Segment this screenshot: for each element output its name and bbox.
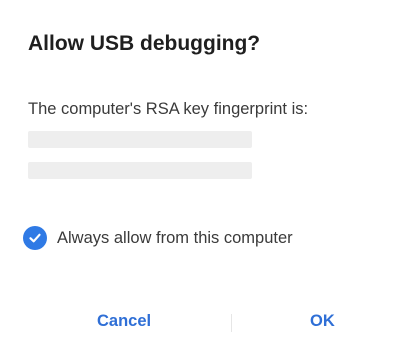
dialog-actions: Cancel OK — [0, 300, 398, 344]
usb-debugging-dialog: Allow USB debugging? The computer's RSA … — [0, 0, 398, 344]
button-divider — [231, 314, 232, 332]
ok-button[interactable]: OK — [310, 312, 335, 331]
cancel-button[interactable]: Cancel — [97, 312, 151, 331]
always-allow-checkbox-row[interactable]: Always allow from this computer — [23, 226, 293, 250]
dialog-title: Allow USB debugging? — [28, 32, 261, 55]
fingerprint-placeholder-line-2 — [28, 162, 252, 179]
always-allow-label: Always allow from this computer — [57, 228, 293, 247]
checkbox-checked-icon[interactable] — [23, 226, 47, 250]
fingerprint-placeholder-line-1 — [28, 131, 252, 148]
dialog-message: The computer's RSA key fingerprint is: — [28, 100, 309, 118]
checkmark-icon — [29, 233, 41, 243]
